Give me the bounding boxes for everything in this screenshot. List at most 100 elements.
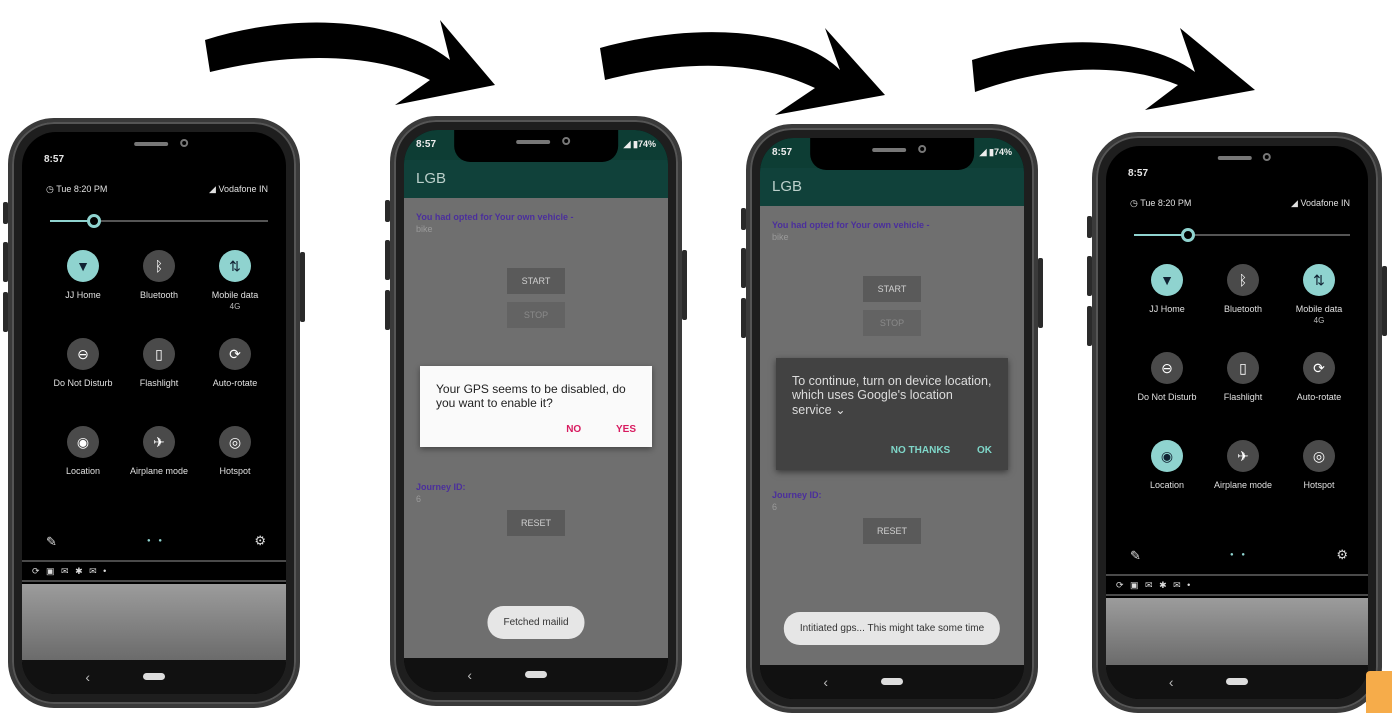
- qs-tile-sublabel: 4G: [229, 302, 241, 311]
- qs-tile-label: Auto-rotate: [212, 378, 258, 388]
- status-time: 8:57: [1128, 168, 1149, 179]
- dialog-no-button[interactable]: NO: [566, 424, 581, 435]
- stop-button[interactable]: STOP: [863, 310, 921, 336]
- side-button: [3, 202, 8, 224]
- qs-tile-label: Mobile data: [1295, 304, 1343, 314]
- nav-bar: ‹: [760, 665, 1024, 699]
- mobile-data-icon: ⇅: [219, 250, 251, 282]
- back-icon[interactable]: ‹: [823, 674, 828, 690]
- qs-tile[interactable]: ◎ Hotspot: [1274, 440, 1364, 490]
- orange-corner: [1366, 671, 1392, 713]
- start-button[interactable]: START: [863, 276, 921, 302]
- back-icon[interactable]: ‹: [467, 667, 472, 683]
- home-pill[interactable]: [881, 678, 903, 685]
- dialog-message: Your GPS seems to be disabled, do you wa…: [436, 382, 626, 410]
- qs-tile-label: Hotspot: [1303, 480, 1335, 490]
- dialog-buttons: NO YES: [436, 424, 636, 435]
- vehicle-value: bike: [416, 224, 433, 234]
- qs-tile-label: Bluetooth: [139, 290, 179, 300]
- rotate-icon: ⟳: [1303, 352, 1335, 384]
- reset-button[interactable]: RESET: [863, 518, 921, 544]
- app-body: You had opted for Your own vehicle - bik…: [404, 198, 668, 658]
- qs-tile-label: Do Not Disturb: [53, 378, 113, 388]
- app-title: LGB: [760, 168, 1024, 206]
- power-button: [1038, 258, 1043, 328]
- opted-label: You had opted for Your own vehicle -: [416, 212, 574, 222]
- journey-id-label: Journey ID:: [772, 490, 822, 500]
- brightness-slider[interactable]: [50, 214, 268, 228]
- side-button: [1087, 216, 1092, 238]
- stage: 8:57 Tue 8:20 PM Vodafone IN ✎ ● ● ⚙ ⟳ ▣…: [0, 0, 1392, 713]
- qs-tile[interactable]: ◎ Hotspot: [190, 426, 280, 476]
- qs-tile[interactable]: ⟳ Auto-rotate: [1274, 352, 1364, 402]
- mobile-data-icon: ⇅: [1303, 264, 1335, 296]
- back-icon[interactable]: ‹: [85, 669, 90, 685]
- flashlight-icon: ▯: [143, 338, 175, 370]
- alarm-text[interactable]: Tue 8:20 PM: [46, 184, 107, 198]
- notch: [72, 132, 236, 164]
- edit-pencil-icon[interactable]: ✎: [1130, 548, 1141, 564]
- no-thanks-button[interactable]: NO THANKS: [891, 445, 950, 456]
- qs-tile-label: Mobile data: [211, 290, 259, 300]
- stop-button[interactable]: STOP: [507, 302, 565, 328]
- settings-gear-icon[interactable]: ⚙: [254, 533, 266, 549]
- qs-footer: ✎ ● ● ⚙: [46, 533, 266, 550]
- toast: Intitiated gps... This might take some t…: [783, 612, 1001, 645]
- app-behind: [1106, 598, 1368, 667]
- bluetooth-icon: ᛒ: [1227, 264, 1259, 296]
- rotate-icon: ⟳: [219, 338, 251, 370]
- settings-gear-icon[interactable]: ⚙: [1336, 547, 1348, 563]
- screen: 8:57 ◢ ▮74% LGB You had opted for Your o…: [404, 130, 668, 692]
- home-pill[interactable]: [1226, 678, 1248, 685]
- dialog-buttons: NO THANKS OK: [792, 445, 992, 456]
- side-button: [3, 242, 8, 282]
- qs-tile-label: Flashlight: [1223, 392, 1263, 402]
- side-button: [385, 240, 390, 280]
- reset-button[interactable]: RESET: [507, 510, 565, 536]
- phone-quick-settings: 8:57 Tue 8:20 PM Vodafone IN ✎ ● ● ⚙ ⟳ ▣…: [3, 118, 305, 708]
- edit-pencil-icon[interactable]: ✎: [46, 534, 57, 550]
- screen: 8:57 Tue 8:20 PM Vodafone IN ✎ ● ● ⚙ ⟳ ▣…: [22, 132, 286, 694]
- brightness-slider[interactable]: [1134, 228, 1350, 242]
- gps-dialog: Your GPS seems to be disabled, do you wa…: [420, 366, 652, 447]
- power-button: [1382, 266, 1387, 336]
- alarm-text[interactable]: Tue 8:20 PM: [1130, 198, 1191, 212]
- location-icon: ◉: [67, 426, 99, 458]
- airplane-icon: ✈: [143, 426, 175, 458]
- qs-tile[interactable]: ⟳ Auto-rotate: [190, 338, 280, 388]
- qs-tile-sublabel: 4G: [1313, 316, 1325, 325]
- flashlight-icon: ▯: [1227, 352, 1259, 384]
- carrier-text: Vodafone IN: [209, 184, 268, 198]
- notification-icons[interactable]: ⟳ ▣ ✉ ✱ ✉ •: [1106, 574, 1368, 596]
- qs-tile[interactable]: ⇅ Mobile data 4G: [190, 250, 280, 311]
- wifi-icon: ▼: [67, 250, 99, 282]
- brightness-knob[interactable]: [86, 214, 101, 228]
- home-pill[interactable]: [143, 673, 165, 680]
- start-button[interactable]: START: [507, 268, 565, 294]
- side-button: [741, 248, 746, 288]
- ok-button[interactable]: OK: [977, 445, 992, 456]
- power-button: [300, 252, 305, 322]
- battery-status: ◢ ▮74%: [623, 139, 656, 149]
- notch: [810, 138, 974, 170]
- qs-tile-label: Location: [1149, 480, 1185, 490]
- back-icon[interactable]: ‹: [1169, 674, 1174, 690]
- side-button: [3, 292, 8, 332]
- side-button: [1087, 306, 1092, 346]
- nav-bar: ‹: [22, 660, 286, 694]
- status-time: 8:57: [772, 147, 793, 158]
- side-button: [741, 208, 746, 230]
- qs-tile-label: Airplane mode: [1213, 480, 1273, 490]
- notch: [454, 130, 618, 162]
- dialog-yes-button[interactable]: YES: [616, 424, 636, 435]
- qs-tile-label: Flashlight: [139, 378, 179, 388]
- arrow-2: [600, 28, 885, 115]
- arrow-1: [205, 20, 495, 105]
- qs-tile[interactable]: ⇅ Mobile data 4G: [1274, 264, 1364, 325]
- nav-bar: ‹: [404, 658, 668, 692]
- notification-icons[interactable]: ⟳ ▣ ✉ ✱ ✉ •: [22, 560, 286, 582]
- home-pill[interactable]: [525, 671, 547, 678]
- screen: 8:57 ◢ ▮74% LGB You had opted for Your o…: [760, 138, 1024, 699]
- page-dots: ● ●: [1230, 552, 1248, 558]
- brightness-knob[interactable]: [1181, 228, 1195, 242]
